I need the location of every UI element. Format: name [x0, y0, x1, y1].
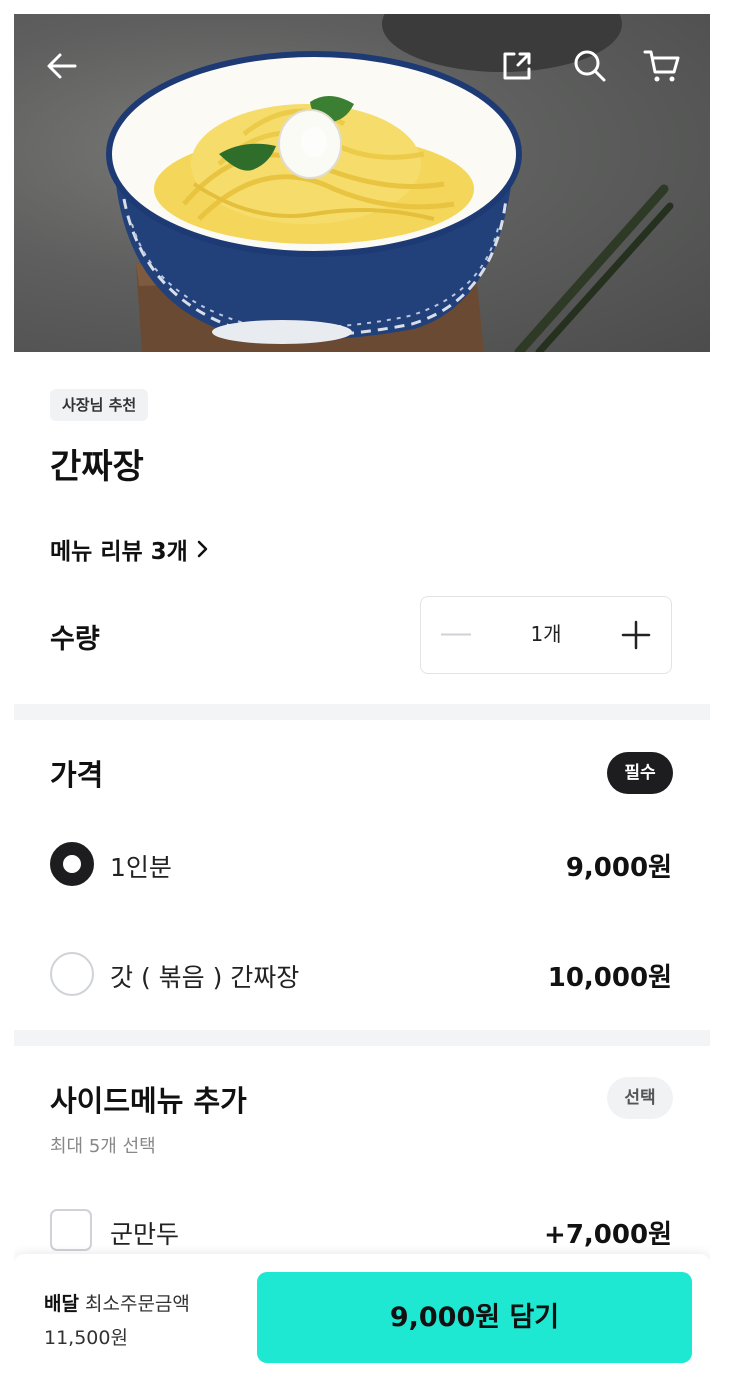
price-section-title: 가격 — [50, 758, 104, 792]
back-button[interactable] — [40, 44, 84, 88]
section-divider — [14, 704, 710, 720]
delivery-label: 배달 — [44, 1293, 79, 1315]
minus-icon — [441, 633, 471, 635]
share-icon — [503, 52, 531, 80]
side-option-1[interactable]: 군만두 +7,000원 — [14, 1201, 710, 1261]
search-button[interactable] — [568, 44, 612, 88]
min-order-amount: 11,500원 — [44, 1327, 128, 1349]
min-order-label: 최소주문금액 — [85, 1293, 190, 1315]
arrow-left-icon — [47, 53, 77, 79]
menu-title: 간짜장 — [50, 447, 144, 487]
menu-review-link[interactable]: 메뉴 리뷰 3개 — [50, 532, 210, 566]
option-label: 갓 ( 볶음 ) 간짜장 — [110, 963, 300, 992]
option-price: +7,000원 — [544, 1220, 672, 1250]
bottom-order-bar: 배달 최소주문금액 11,500원 9,000원 담기 — [14, 1254, 710, 1394]
cart-button[interactable] — [640, 44, 684, 88]
quantity-label: 수량 — [50, 624, 100, 655]
section-divider — [14, 1030, 710, 1046]
owner-recommend-badge: 사장님 추천 — [50, 389, 149, 421]
radio-selected[interactable] — [50, 842, 94, 886]
menu-photo — [14, 14, 710, 352]
option-label: 1인분 — [110, 853, 172, 882]
increase-button[interactable] — [601, 597, 671, 672]
option-label: 군만두 — [110, 1220, 180, 1249]
cart-icon — [643, 50, 680, 82]
menu-detail-screen: 사장님 추천 간짜장 메뉴 리뷰 3개 수량 1개 가격 필수 1인분 9,00… — [14, 14, 710, 1394]
chevron-right-icon — [197, 540, 208, 558]
option-price: 10,000원 — [547, 963, 672, 993]
add-to-cart-button[interactable]: 9,000원 담기 — [257, 1272, 692, 1363]
required-badge: 필수 — [607, 752, 673, 794]
side-menu-section-title: 사이드메뉴 추가 — [50, 1084, 247, 1118]
menu-review-label: 메뉴 리뷰 3개 — [50, 539, 188, 565]
price-option-2[interactable]: 갓 ( 볶음 ) 간짜장 10,000원 — [14, 944, 710, 1004]
option-price: 9,000원 — [565, 853, 672, 883]
optional-badge: 선택 — [607, 1077, 673, 1119]
max-select-note: 최대 5개 선택 — [50, 1136, 156, 1157]
price-option-1[interactable]: 1인분 9,000원 — [14, 834, 710, 894]
search-icon — [574, 50, 606, 82]
delivery-min-order: 배달 최소주문금액 — [44, 1289, 190, 1316]
quantity-value: 1개 — [530, 622, 562, 646]
quantity-stepper: 1개 — [420, 596, 672, 674]
radio-unselected[interactable] — [50, 952, 94, 996]
share-button[interactable] — [495, 44, 539, 88]
checkbox[interactable] — [50, 1209, 92, 1251]
plus-icon — [621, 620, 651, 649]
decrease-button[interactable] — [421, 597, 491, 672]
